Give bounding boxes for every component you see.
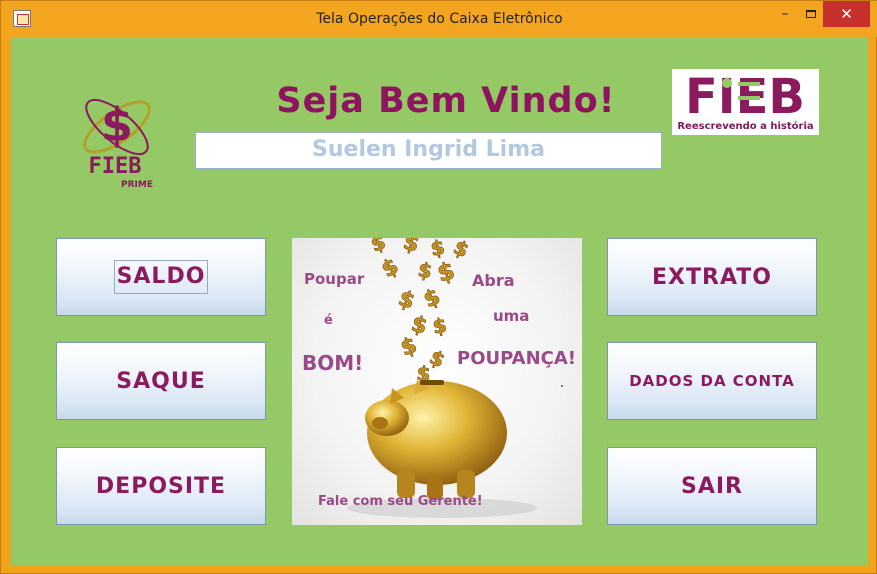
saldo-label: SALDO <box>113 260 209 294</box>
svg-text:$: $ <box>416 257 434 283</box>
dados-da-conta-button[interactable]: DADOS DA CONTA <box>607 342 817 420</box>
svg-text:FIEB: FIEB <box>685 69 805 121</box>
svg-text:$: $ <box>378 254 404 283</box>
svg-text:$: $ <box>400 238 421 258</box>
fieb-tagline: Reescrevendo a história <box>677 121 814 132</box>
app-window: Tela Operações do Caixa Eletrônico – ✕ $… <box>0 0 877 574</box>
maximize-button[interactable] <box>799 1 823 27</box>
close-button[interactable]: ✕ <box>823 1 870 27</box>
svg-text:$: $ <box>420 284 444 313</box>
deposite-button[interactable]: DEPOSITE <box>56 447 266 525</box>
svg-text:FIEB: FIEB <box>89 154 142 179</box>
poster-text-poupar: Poupar <box>304 270 365 288</box>
svg-text:$: $ <box>101 98 133 152</box>
window-title: Tela Operações do Caixa Eletrônico <box>316 11 563 27</box>
customer-name-field: Suelen Ingrid Lima <box>195 132 662 169</box>
main-panel: $ FIEB PRIME Seja Bem Vindo! Suelen Ingr… <box>11 37 868 565</box>
poster-text-poupanca: POUPANÇA! <box>457 348 576 369</box>
saque-button[interactable]: SAQUE <box>56 342 266 420</box>
savings-poster-image: $ $ $ $ $ $ $ $ $ $ $ $ $ $ Poupar é BOM… <box>292 238 582 525</box>
svg-text:$: $ <box>450 238 473 262</box>
svg-text:PRIME: PRIME <box>121 180 153 190</box>
fieb-prime-logo: $ FIEB PRIME <box>83 98 153 190</box>
extrato-button[interactable]: EXTRATO <box>607 238 817 316</box>
poster-text-abra: Abra <box>472 271 515 290</box>
poster-text-e: é <box>324 313 333 328</box>
fieb-logo-mark: FIEB <box>685 69 805 125</box>
poster-text-uma: uma <box>493 307 530 325</box>
poster-text-bom: BOM! <box>302 351 364 375</box>
svg-text:$: $ <box>431 313 449 339</box>
welcome-heading: Seja Bem Vindo! <box>276 81 616 121</box>
svg-text:$: $ <box>434 256 457 287</box>
maximize-icon <box>806 10 816 18</box>
svg-text:$: $ <box>368 238 389 257</box>
saldo-button[interactable]: SALDO <box>56 238 266 316</box>
fieb-logo: FIEB Reescrevendo a história <box>672 69 819 135</box>
poster-footer-text: Fale com seu Gerente! <box>318 494 483 509</box>
title-bar[interactable]: Tela Operações do Caixa Eletrônico – ✕ <box>1 1 877 37</box>
minimize-button[interactable]: – <box>771 1 799 27</box>
sair-button[interactable]: SAIR <box>607 447 817 525</box>
